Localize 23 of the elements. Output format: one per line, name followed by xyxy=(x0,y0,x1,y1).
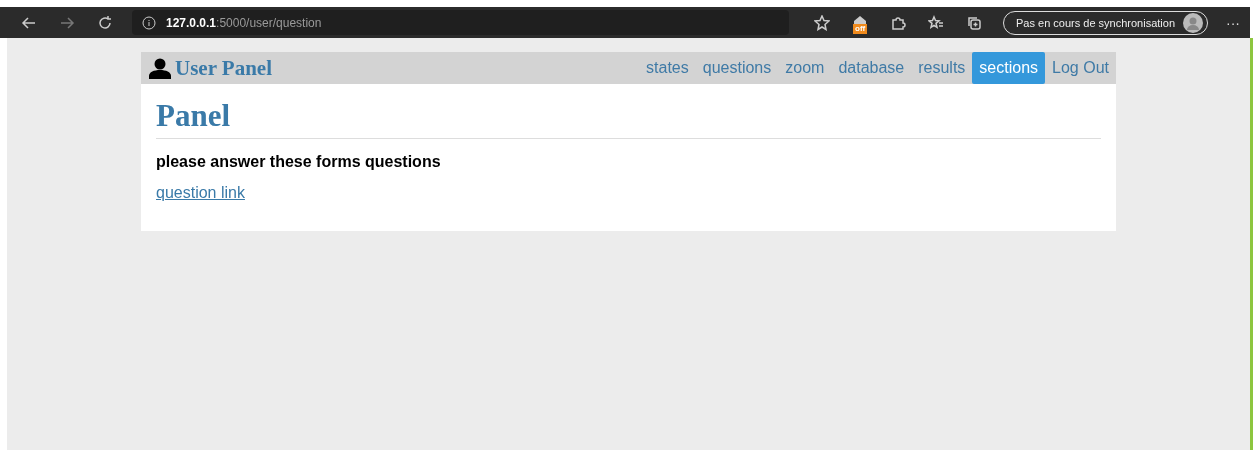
nav-link[interactable]: questions xyxy=(695,52,779,84)
info-icon xyxy=(142,15,156,30)
reload-icon xyxy=(97,14,113,31)
user-icon xyxy=(149,57,171,79)
instruction-text: please answer these forms questions xyxy=(156,153,442,171)
url-host: 127.0.0.1 xyxy=(166,15,217,30)
forward-arrow-icon xyxy=(59,14,75,31)
nav-link[interactable]: sections xyxy=(972,52,1046,84)
question-link[interactable]: question link xyxy=(156,184,245,202)
avatar-icon xyxy=(1183,12,1203,33)
page-heading: Panel xyxy=(156,98,1101,139)
url-path: :5000/user/question xyxy=(216,15,322,30)
nav-link[interactable]: Log Out xyxy=(1045,52,1116,84)
extension-button[interactable]: off xyxy=(841,13,879,32)
nav-link[interactable]: states xyxy=(639,52,696,84)
nav-link[interactable]: results xyxy=(911,52,973,84)
back-arrow-icon xyxy=(21,14,37,31)
extension-badge: off xyxy=(853,23,868,34)
address-bar[interactable]: 127.0.0.1:5000/user/question xyxy=(132,10,789,35)
nav-link[interactable]: database xyxy=(831,52,912,84)
brand-title[interactable]: User Panel xyxy=(175,55,272,81)
nav-link[interactable]: zoom xyxy=(778,52,832,84)
more-button[interactable]: ··· xyxy=(1226,14,1240,31)
